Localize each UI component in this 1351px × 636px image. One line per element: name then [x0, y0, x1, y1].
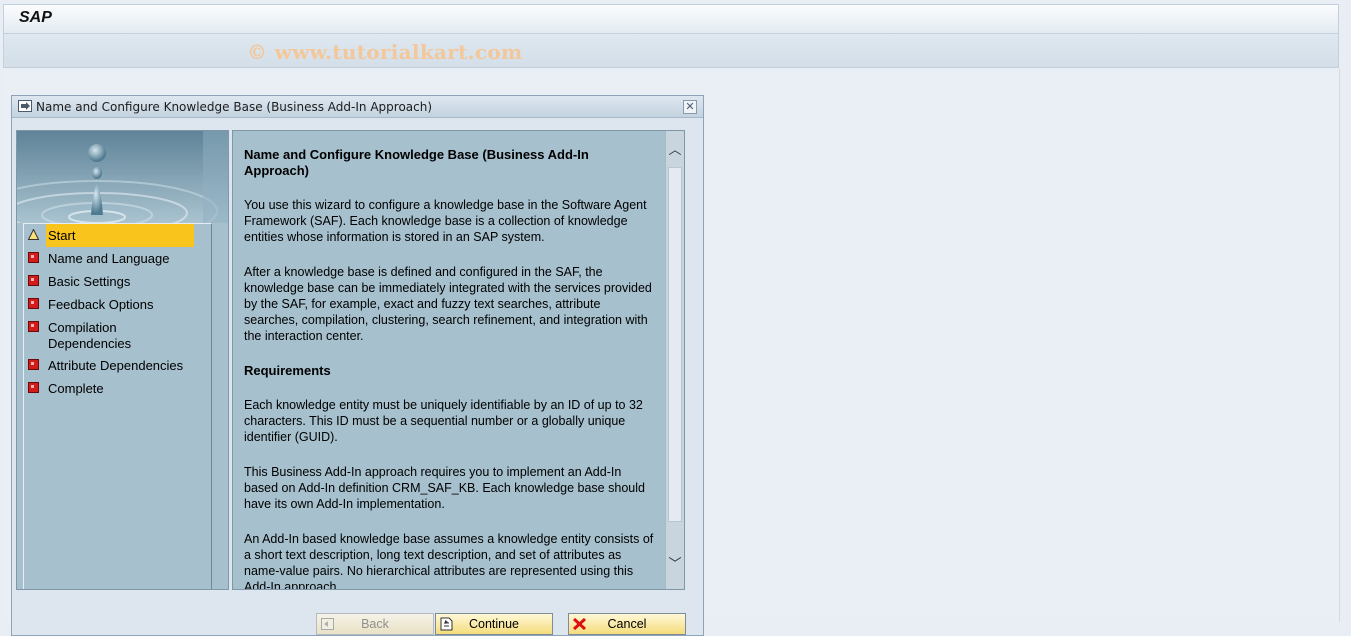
content-paragraph: An Add-In based knowledge base assumes a…: [244, 532, 654, 590]
red-status-icon: [28, 321, 39, 332]
requirements-heading: Requirements: [244, 363, 331, 378]
step-feedback-options[interactable]: Feedback Options: [24, 293, 211, 316]
content-paragraph: This Business Add-In approach requires y…: [244, 465, 645, 511]
continue-button-label: Continue: [468, 617, 520, 631]
step-label: Attribute Dependencies: [48, 358, 184, 373]
wizard-steps-panel: Start Name and Language Basic Settings F…: [16, 130, 229, 590]
wizard-steps-list: Start Name and Language Basic Settings F…: [23, 223, 212, 589]
close-icon[interactable]: ✕: [683, 100, 697, 114]
red-status-icon: [28, 275, 39, 286]
content-scrollbar[interactable]: ︿ ﹀: [665, 131, 684, 589]
warning-triangle-icon: [28, 229, 39, 240]
chevron-up-icon[interactable]: ︿: [666, 141, 684, 161]
step-name-and-language[interactable]: Name and Language: [24, 247, 211, 270]
red-status-icon: [28, 359, 39, 370]
toolbar: © www.tutorialkart.com: [3, 33, 1339, 68]
content-heading: Name and Configure Knowledge Base (Busin…: [244, 147, 589, 178]
step-complete[interactable]: Complete: [24, 377, 211, 400]
continue-button[interactable]: Continue: [435, 613, 553, 635]
step-label: Compilation Dependencies: [48, 320, 132, 351]
wizard-description: Name and Configure Knowledge Base (Busin…: [244, 147, 654, 590]
cancel-x-icon: [572, 617, 587, 631]
step-label: Start: [46, 224, 194, 247]
content-paragraph: Each knowledge entity must be uniquely i…: [244, 398, 643, 444]
watermark: © www.tutorialkart.com: [247, 40, 523, 64]
step-label: Complete: [48, 381, 104, 396]
wizard-dialog: Name and Configure Knowledge Base (Busin…: [11, 95, 704, 636]
scroll-thumb[interactable]: [668, 167, 682, 522]
content-paragraph: You use this wizard to configure a knowl…: [244, 198, 647, 244]
cancel-button[interactable]: Cancel: [568, 613, 686, 635]
step-label: Name and Language: [48, 251, 170, 266]
back-button[interactable]: Back: [316, 613, 434, 635]
continue-icon: [440, 617, 453, 631]
app-title: SAP: [19, 9, 52, 26]
step-label: Feedback Options: [48, 297, 154, 312]
cancel-button-label: Cancel: [607, 617, 647, 631]
back-button-label: Back: [361, 617, 389, 631]
back-icon: [321, 618, 334, 630]
step-attribute-dependencies[interactable]: Attribute Dependencies: [24, 354, 211, 377]
window-titlebar: SAP: [3, 4, 1339, 33]
dialog-titlebar: Name and Configure Knowledge Base (Busin…: [12, 96, 703, 118]
dialog-title: Name and Configure Knowledge Base (Busin…: [36, 100, 433, 114]
step-basic-settings[interactable]: Basic Settings: [24, 270, 211, 293]
water-drop-image: [17, 131, 228, 223]
red-status-icon: [28, 252, 39, 263]
red-status-icon: [28, 382, 39, 393]
chevron-down-icon[interactable]: ﹀: [666, 555, 684, 575]
step-label: Basic Settings: [48, 274, 131, 289]
red-status-icon: [28, 298, 39, 309]
wizard-content-panel: Name and Configure Knowledge Base (Busin…: [232, 130, 685, 590]
content-paragraph: After a knowledge base is defined and co…: [244, 265, 652, 343]
step-compilation-dependencies[interactable]: Compilation Dependencies: [24, 316, 211, 354]
dialog-window-icon: [18, 100, 32, 112]
step-start[interactable]: Start: [24, 224, 211, 247]
